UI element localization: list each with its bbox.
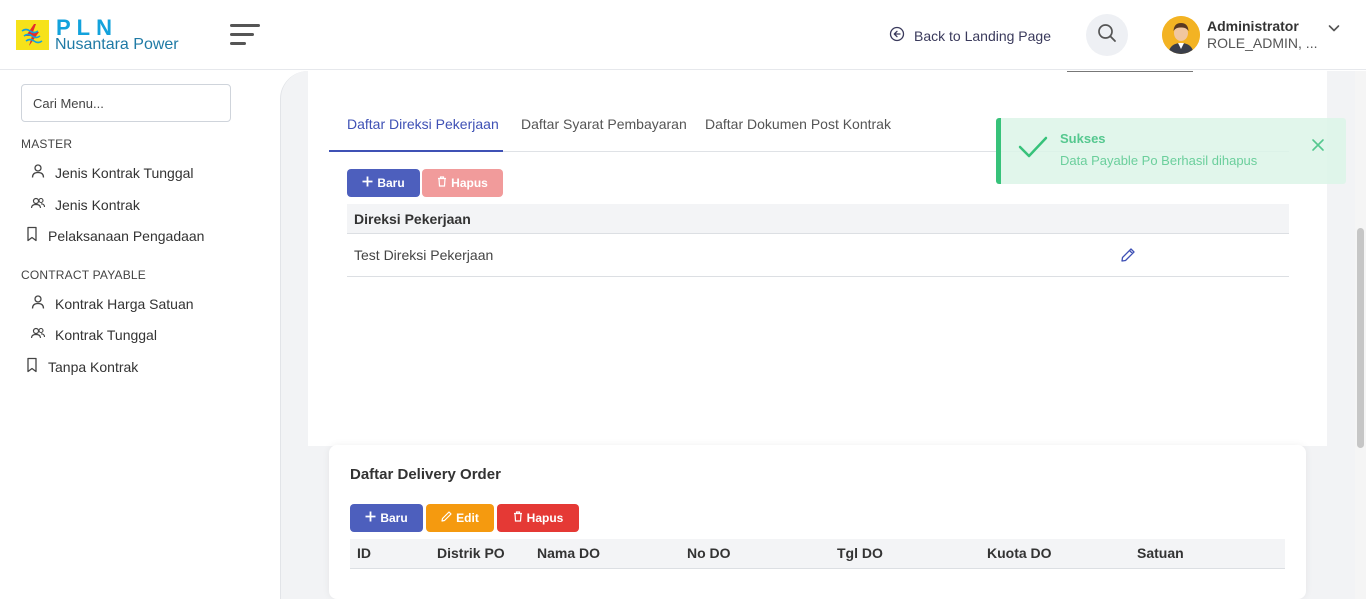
- sidebar: MASTER Jenis Kontrak Tunggal Jenis Kontr…: [0, 71, 280, 599]
- tab-daftar-dokumen-post-kontrak[interactable]: Daftar Dokumen Post Kontrak: [705, 110, 891, 152]
- user-icon: [30, 294, 46, 313]
- sidebar-item-label: Jenis Kontrak Tunggal: [55, 164, 194, 181]
- divider: [1067, 71, 1193, 72]
- table-row[interactable]: Test Direksi Pekerjaan: [347, 234, 1289, 277]
- close-icon[interactable]: [1311, 138, 1325, 157]
- sidebar-item-jenis-kontrak[interactable]: Jenis Kontrak: [30, 195, 140, 214]
- edit-delivery-order-label: Edit: [456, 511, 479, 525]
- section-title-master: MASTER: [21, 137, 73, 151]
- edit-pencil-icon[interactable]: [1120, 247, 1136, 266]
- section-title-contract-payable: CONTRACT PAYABLE: [21, 268, 147, 282]
- delivery-order-title: Daftar Delivery Order: [350, 466, 501, 483]
- add-delivery-order-label: Baru: [380, 511, 408, 525]
- check-icon: [1017, 134, 1049, 165]
- pln-logo[interactable]: PLN Nusantara Power: [16, 15, 216, 56]
- success-toast: Sukses Data Payable Po Berhasil dihapus: [996, 118, 1346, 184]
- sidebar-item-label: Pelaksanaan Pengadaan: [48, 227, 205, 244]
- back-to-landing-link[interactable]: Back to Landing Page: [889, 26, 1051, 45]
- bookmark-icon: [25, 357, 39, 376]
- menu-toggle-icon[interactable]: [230, 24, 260, 46]
- tab-daftar-direksi-pekerjaan[interactable]: Daftar Direksi Pekerjaan: [329, 110, 503, 152]
- sidebar-item-kontrak-harga-satuan[interactable]: Kontrak Harga Satuan: [30, 294, 194, 313]
- users-icon: [30, 325, 46, 344]
- delete-delivery-order-button[interactable]: Hapus: [497, 504, 579, 532]
- column-header-no-do[interactable]: No DO: [687, 539, 731, 568]
- user-name: Administrator: [1207, 18, 1299, 34]
- user-menu[interactable]: Administrator ROLE_ADMIN, ...: [1162, 16, 1341, 54]
- user-role: ROLE_ADMIN, ...: [1207, 35, 1318, 51]
- direksi-table-header: Direksi Pekerjaan: [347, 204, 1289, 234]
- delete-delivery-order-label: Hapus: [526, 511, 564, 525]
- users-icon: [30, 195, 46, 214]
- sidebar-item-label: Kontrak Tunggal: [55, 326, 157, 343]
- column-header-satuan[interactable]: Satuan: [1137, 539, 1184, 568]
- delivery-order-table-header: ID Distrik PO Nama DO No DO Tgl DO Kuota…: [350, 539, 1285, 569]
- column-header-nama-do[interactable]: Nama DO: [537, 539, 600, 568]
- avatar: [1162, 16, 1200, 54]
- sidebar-item-tanpa-kontrak[interactable]: Tanpa Kontrak: [25, 357, 138, 376]
- delete-direksi-label: Hapus: [451, 176, 488, 190]
- column-header-id[interactable]: ID: [357, 539, 371, 568]
- trash-icon: [437, 176, 447, 190]
- tab-daftar-syarat-pembayaran[interactable]: Daftar Syarat Pembayaran: [521, 110, 687, 152]
- edit-delivery-order-button[interactable]: Edit: [426, 504, 494, 532]
- top-bar: PLN Nusantara Power Back to Landing Page: [0, 0, 1366, 70]
- sidebar-item-label: Kontrak Harga Satuan: [55, 295, 194, 312]
- column-header-distrik-po[interactable]: Distrik PO: [437, 539, 505, 568]
- pln-logo-mark: [16, 20, 49, 50]
- bookmark-icon: [25, 226, 39, 245]
- add-direksi-button[interactable]: Baru: [347, 169, 420, 197]
- arrow-left-circle-icon: [889, 26, 905, 45]
- search-icon: [1097, 23, 1117, 48]
- plus-icon: [362, 176, 373, 190]
- cell-direksi-pekerjaan: Test Direksi Pekerjaan: [354, 247, 494, 263]
- column-header-direksi-pekerjaan: Direksi Pekerjaan: [354, 211, 471, 227]
- sidebar-item-jenis-kontrak-tunggal[interactable]: Jenis Kontrak Tunggal: [30, 163, 194, 182]
- user-icon: [30, 163, 46, 182]
- sidebar-item-label: Tanpa Kontrak: [48, 358, 139, 375]
- pencil-icon: [441, 511, 452, 525]
- toast-message: Data Payable Po Berhasil dihapus: [1060, 153, 1258, 168]
- trash-icon: [513, 511, 523, 525]
- delete-direksi-button[interactable]: Hapus: [422, 169, 503, 197]
- chevron-down-icon[interactable]: [1327, 21, 1341, 40]
- menu-search-input[interactable]: [21, 84, 231, 122]
- plus-icon: [365, 511, 376, 525]
- column-header-kuota-do[interactable]: Kuota DO: [987, 539, 1052, 568]
- add-delivery-order-button[interactable]: Baru: [350, 504, 423, 532]
- toast-title: Sukses: [1060, 131, 1106, 146]
- sidebar-item-pelaksanaan-pengadaan[interactable]: Pelaksanaan Pengadaan: [25, 226, 204, 245]
- logo-subtitle: Nusantara Power: [55, 36, 179, 53]
- column-header-tgl-do[interactable]: Tgl DO: [837, 539, 883, 568]
- sidebar-item-label: Jenis Kontrak: [55, 196, 140, 213]
- add-direksi-label: Baru: [377, 176, 405, 190]
- global-search-button[interactable]: [1086, 14, 1128, 56]
- scrollbar-thumb[interactable]: [1357, 228, 1364, 448]
- sidebar-item-kontrak-tunggal[interactable]: Kontrak Tunggal: [30, 325, 157, 344]
- back-link-label: Back to Landing Page: [914, 27, 1051, 44]
